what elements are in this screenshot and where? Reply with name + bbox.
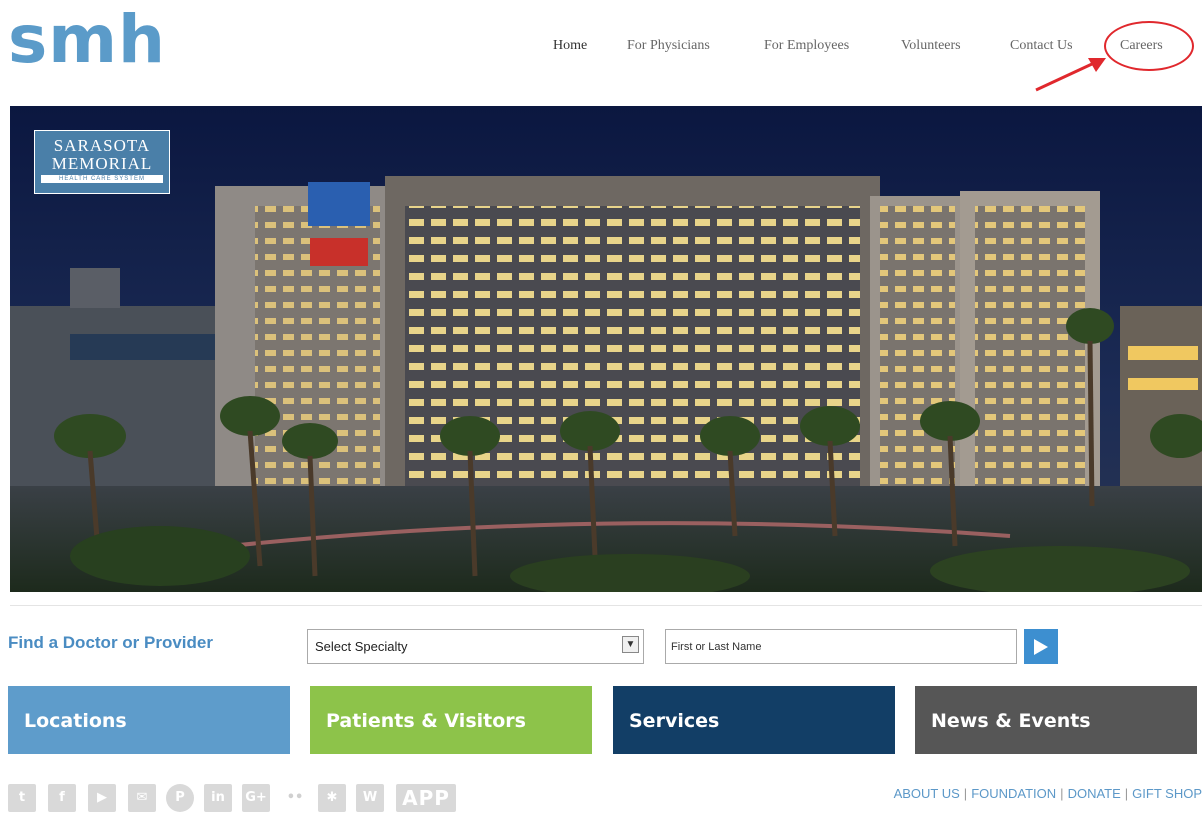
sarasota-memorial-logo: SARASOTA MEMORIAL HEALTH CARE SYSTEM: [34, 130, 170, 194]
youtube-icon[interactable]: ▶: [88, 784, 116, 812]
tile-locations[interactable]: Locations: [8, 686, 290, 754]
twitter-icon[interactable]: t: [8, 784, 36, 812]
footer-about-us[interactable]: ABOUT US: [894, 786, 960, 801]
hospital-night-photo: [10, 106, 1202, 592]
footer-donate[interactable]: DONATE: [1068, 786, 1121, 801]
pinterest-icon[interactable]: P: [166, 784, 194, 812]
footer-gift-shop[interactable]: GIFT SHOP: [1132, 786, 1202, 801]
divider: [10, 605, 1202, 606]
footer-links: ABOUT US | FOUNDATION | DONATE | GIFT SHOP: [894, 786, 1202, 801]
nav-volunteers[interactable]: Volunteers: [901, 38, 961, 54]
play-arrow-icon: [1034, 638, 1048, 655]
app-icon[interactable]: APP: [396, 784, 456, 812]
googleplus-icon[interactable]: G+: [242, 784, 270, 812]
find-doctor-label: Find a Doctor or Provider: [8, 633, 213, 652]
footer-foundation[interactable]: FOUNDATION: [971, 786, 1056, 801]
flickr-icon[interactable]: ••: [281, 784, 309, 812]
tile-patients-visitors[interactable]: Patients & Visitors: [310, 686, 592, 754]
careers-highlight-circle: [1104, 21, 1194, 71]
tile-news-events[interactable]: News & Events: [915, 686, 1197, 754]
nav-for-physicians[interactable]: For Physicians: [627, 38, 710, 54]
red-arrow-icon: [1035, 58, 1106, 92]
wordpress-icon[interactable]: W: [356, 784, 384, 812]
nav-home[interactable]: Home: [553, 38, 587, 54]
yelp-icon[interactable]: ✱: [318, 784, 346, 812]
linkedin-icon[interactable]: in: [204, 784, 232, 812]
badge-line-1: SARASOTA: [53, 136, 151, 155]
badge-line-2: MEMORIAL: [51, 154, 153, 173]
footer-separator: |: [1060, 786, 1064, 801]
specialty-select-value: Select Specialty: [315, 639, 408, 654]
nav-for-employees[interactable]: For Employees: [764, 38, 849, 54]
facebook-icon[interactable]: f: [48, 784, 76, 812]
tile-services[interactable]: Services: [613, 686, 895, 754]
badge-line-3: HEALTH CARE SYSTEM: [41, 175, 163, 183]
footer-separator: |: [963, 786, 968, 801]
email-icon[interactable]: ✉: [128, 784, 156, 812]
specialty-select[interactable]: Select Specialty ▼: [307, 629, 644, 664]
hero-hospital-image: SARASOTA MEMORIAL HEALTH CARE SYSTEM: [10, 106, 1202, 592]
name-search-input[interactable]: [665, 629, 1017, 664]
top-nav: Home For Physicians For Employees Volunt…: [0, 38, 1202, 60]
search-go-button[interactable]: [1024, 629, 1058, 664]
footer-separator: |: [1124, 786, 1129, 801]
chevron-down-icon[interactable]: ▼: [622, 636, 639, 653]
